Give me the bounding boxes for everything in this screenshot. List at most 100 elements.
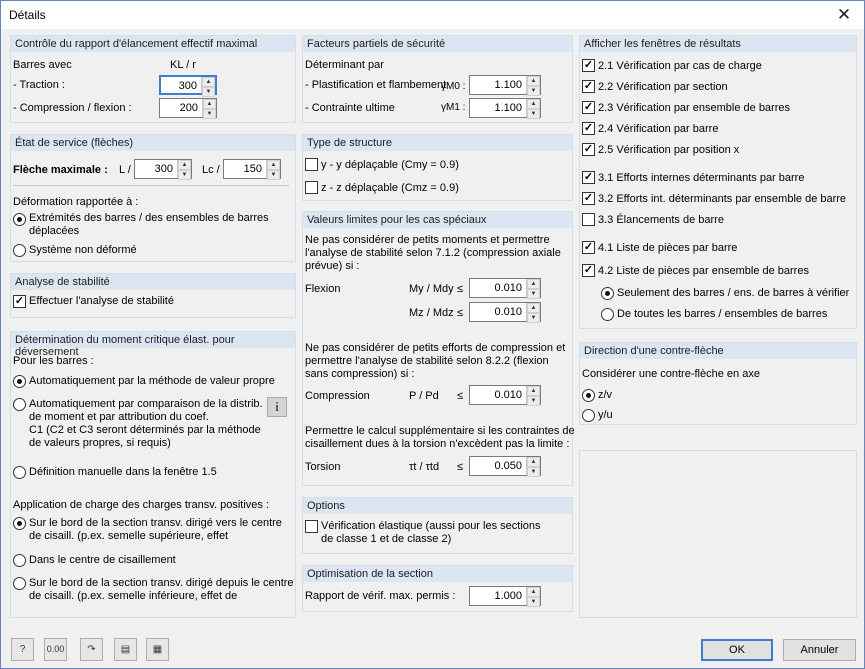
spin-up-icon[interactable]: ▲ (527, 386, 540, 396)
spin-down-icon[interactable]: ▼ (202, 87, 215, 97)
spin-up-icon[interactable]: ▲ (203, 99, 216, 109)
camber-header: Direction d'une contre-flèche (580, 343, 856, 359)
result-window-label: 2.3 Vérification par ensemble de barres (598, 102, 790, 114)
elastic-check-checkbox[interactable] (305, 520, 318, 533)
p-stepper[interactable]: 0.010 ▲ ▼ (469, 385, 541, 406)
result-window-checkbox[interactable]: ✓ (582, 59, 595, 72)
plastification-label: - Plastification et flambement (305, 79, 447, 91)
spin-up-icon[interactable]: ▲ (527, 76, 540, 86)
result-window-checkbox[interactable]: ✓ (582, 171, 595, 184)
deformation-opt1-label-2: déplacées (29, 225, 80, 237)
deformation-radio-displaced[interactable] (13, 213, 26, 226)
result-window-checkbox[interactable]: ✓ (582, 241, 595, 254)
spin-up-icon[interactable]: ▲ (267, 160, 280, 170)
spin-down-icon[interactable]: ▼ (527, 289, 540, 299)
load-opt3-line2: de cisaill. (p.ex. semelle inférieure, e… (29, 590, 238, 602)
method-radio-comparison[interactable] (13, 398, 26, 411)
t-ratio-label: τt / τtd (409, 461, 440, 473)
title-bar: Détails ✕ (1, 1, 864, 29)
spin-down-icon[interactable]: ▼ (203, 109, 216, 119)
result-window-checkbox[interactable]: ✓ (582, 192, 595, 205)
result-window-checkbox[interactable]: ✓ (582, 80, 595, 93)
torsion-label: Torsion (305, 461, 341, 473)
max-ratio-stepper[interactable]: 1.000 ▲ ▼ (469, 586, 541, 607)
gamma-m1-stepper[interactable]: 1.100 ▲ ▼ (469, 98, 541, 119)
spin-up-icon[interactable]: ▲ (527, 279, 540, 289)
t-stepper[interactable]: 0.050 ▲ ▼ (469, 456, 541, 477)
spin-down-icon[interactable]: ▼ (527, 467, 540, 477)
camber-radio-yu[interactable] (582, 409, 595, 422)
info-icon[interactable]: i (267, 397, 287, 417)
list-radio-all[interactable] (601, 308, 614, 321)
close-icon[interactable]: ✕ (834, 5, 854, 25)
separator (13, 185, 289, 186)
camber-opt1-label: z/v (598, 389, 613, 401)
export-icon[interactable]: ▦ (146, 638, 169, 661)
result-window-checkbox[interactable] (582, 213, 595, 226)
deformation-radio-undeformed[interactable] (13, 244, 26, 257)
spin-down-icon[interactable]: ▼ (527, 313, 540, 323)
spin-down-icon[interactable]: ▼ (527, 109, 540, 119)
z-sway-checkbox[interactable] (305, 181, 318, 194)
spin-down-icon[interactable]: ▼ (267, 170, 280, 180)
method-opt3-label: Définition manuelle dans la fenêtre 1.5 (29, 466, 217, 478)
spin-up-icon[interactable]: ▲ (527, 587, 540, 597)
spin-up-icon[interactable]: ▲ (527, 457, 540, 467)
result-window-label: 3.3 Élancements de barre (598, 214, 724, 226)
deformation-label: Déformation rapportée à : (13, 196, 139, 208)
gamma-m1-label: γM1 : (441, 102, 466, 113)
cancel-button[interactable]: Annuler (783, 639, 856, 661)
help-icon[interactable]: ? (11, 638, 34, 661)
dialog-window: Détails ✕ Contrôle du rapport d'élanceme… (0, 0, 865, 669)
load-radio-bottom[interactable] (13, 577, 26, 590)
spin-up-icon[interactable]: ▲ (202, 77, 215, 87)
spin-up-icon[interactable]: ▲ (178, 160, 191, 170)
kl-r-label: KL / r (170, 59, 196, 71)
method-radio-eigenvalue[interactable] (13, 375, 26, 388)
method-radio-manual[interactable] (13, 466, 26, 479)
result-window-checkbox[interactable]: ✓ (582, 264, 595, 277)
load-radio-top[interactable] (13, 517, 26, 530)
p-ratio-label: P / Pd (409, 390, 439, 402)
spin-up-icon[interactable]: ▲ (527, 99, 540, 109)
p-value: 0.010 (494, 389, 522, 401)
torsion-text-line1: Permettre le calcul supplémentaire si le… (305, 425, 575, 437)
compression-text-line3: sans compression) si : (305, 368, 415, 380)
deformation-opt1-label: Extrémités des barres / des ensembles de… (29, 212, 269, 224)
camber-radio-zv[interactable] (582, 389, 595, 402)
lc-stepper[interactable]: 150 ▲ ▼ (223, 159, 281, 180)
stability-checkbox[interactable]: ✓ (13, 295, 26, 308)
slenderness-header: Contrôle du rapport d'élancement effecti… (11, 36, 295, 52)
my-stepper[interactable]: 0.010 ▲ ▼ (469, 278, 541, 299)
gamma-m0-stepper[interactable]: 1.100 ▲ ▼ (469, 75, 541, 96)
spin-down-icon[interactable]: ▼ (527, 597, 540, 607)
load-radio-center[interactable] (13, 554, 26, 567)
spin-up-icon[interactable]: ▲ (527, 303, 540, 313)
result-window-checkbox[interactable]: ✓ (582, 122, 595, 135)
results-windows-header: Afficher les fenêtres de résultats (580, 36, 856, 52)
result-window-checkbox[interactable]: ✓ (582, 143, 595, 156)
result-window-label: 2.4 Vérification par barre (598, 123, 719, 135)
camber-label: Considérer une contre-flèche en axe (582, 368, 760, 380)
spin-down-icon[interactable]: ▼ (527, 86, 540, 96)
l-stepper[interactable]: 300 ▲ ▼ (134, 159, 192, 180)
undo-icon[interactable]: ↷ (80, 638, 103, 661)
spin-down-icon[interactable]: ▼ (527, 396, 540, 406)
compression-stepper[interactable]: 200 ▲ ▼ (159, 98, 217, 119)
ok-button[interactable]: OK (701, 639, 773, 661)
decimals-icon[interactable]: 0.00 (44, 638, 67, 661)
list-radio-selected[interactable] (601, 287, 614, 300)
result-window-label: 2.2 Vérification par section (598, 81, 728, 93)
elastic-check-line1: Vérification élastique (aussi pour les s… (321, 520, 541, 532)
flexion-label: Flexion (305, 283, 341, 295)
import-icon[interactable]: ▤ (114, 638, 137, 661)
traction-stepper[interactable]: 300 ▲ ▼ (159, 75, 217, 97)
y-sway-checkbox[interactable] (305, 158, 318, 171)
l-value: 300 (154, 163, 173, 175)
gamma-m1-value: 1.100 (494, 102, 522, 114)
spin-down-icon[interactable]: ▼ (178, 170, 191, 180)
result-window-checkbox[interactable]: ✓ (582, 101, 595, 114)
traction-label: - Traction : (13, 79, 65, 91)
mz-stepper[interactable]: 0.010 ▲ ▼ (469, 302, 541, 323)
determinant-label: Déterminant par (305, 59, 384, 71)
